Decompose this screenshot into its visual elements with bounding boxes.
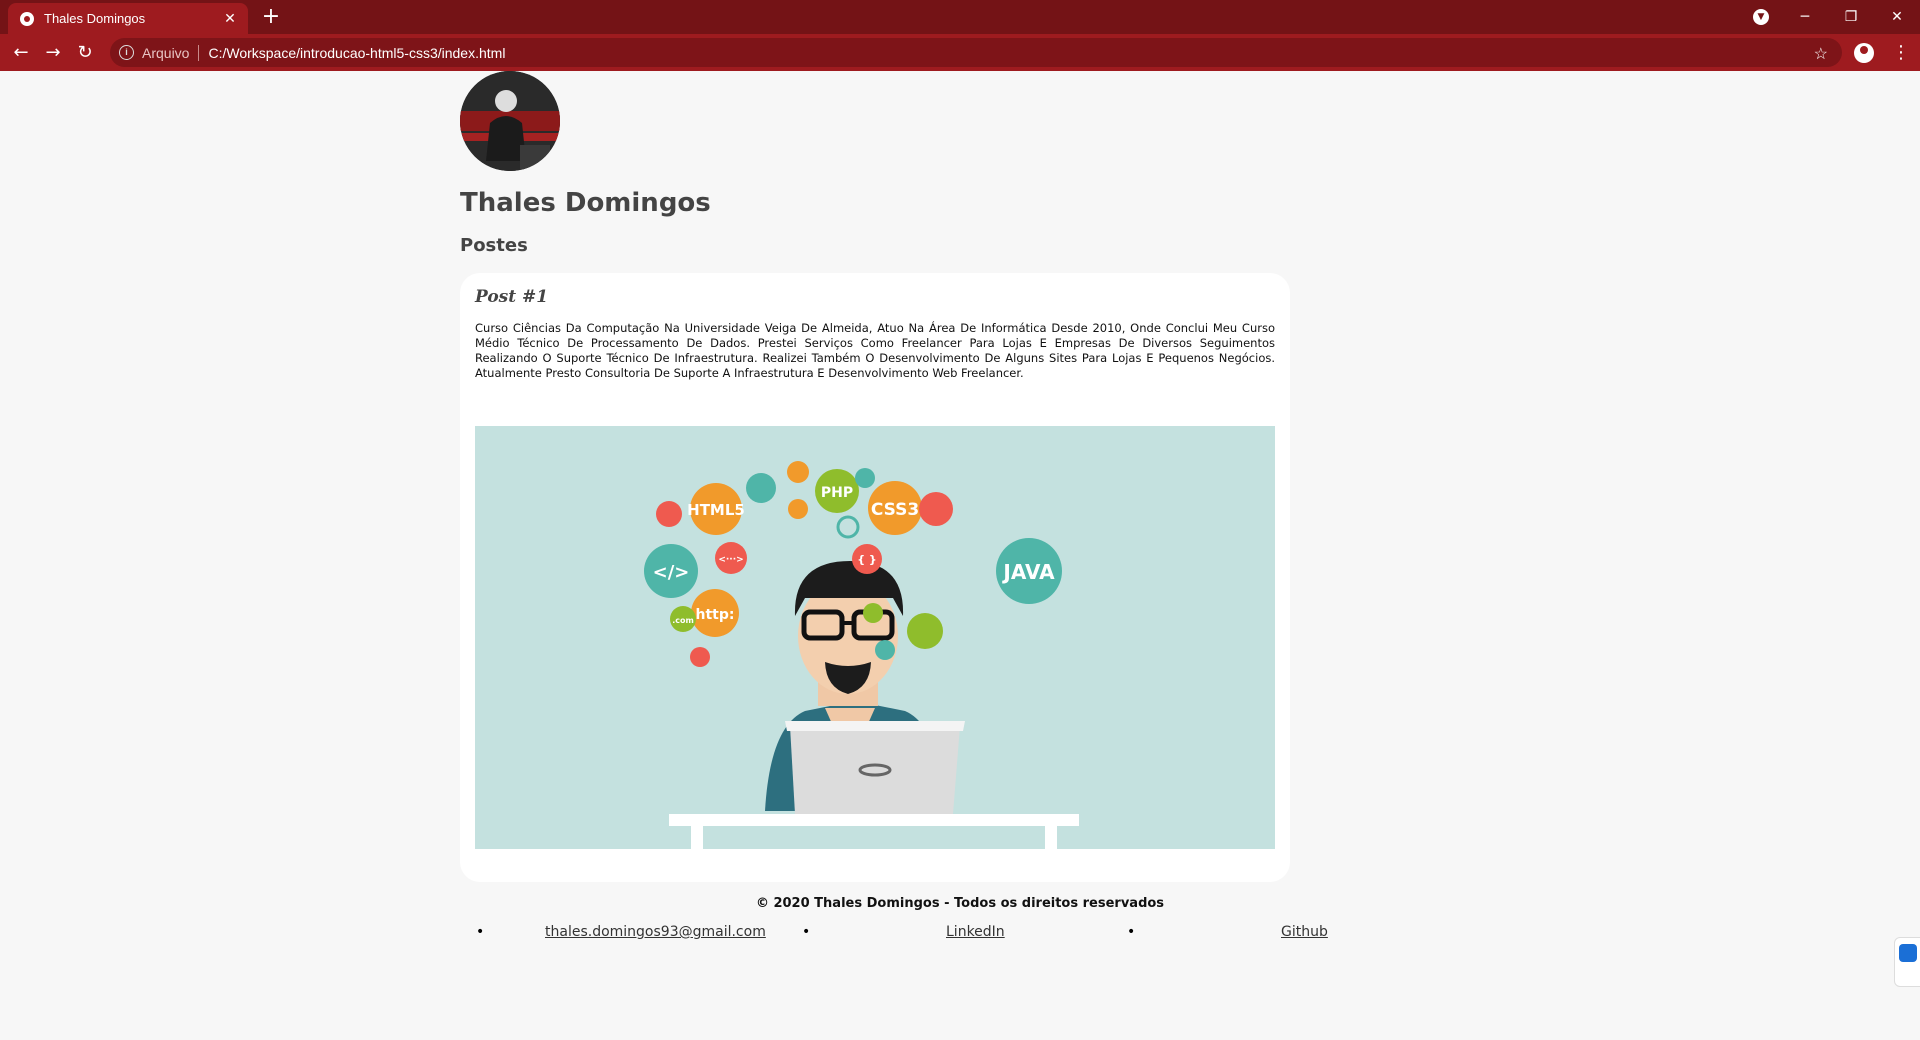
bullet-icon: • bbox=[1127, 924, 1136, 940]
reload-icon[interactable]: ↻ bbox=[71, 39, 99, 67]
tab-title: Thales Domingos bbox=[44, 11, 146, 26]
info-icon[interactable]: i bbox=[119, 45, 134, 60]
menu-dots-icon[interactable]: ⋮ bbox=[1892, 39, 1910, 67]
page-content: Thales Domingos Postes Post #1 Curso Ciê… bbox=[0, 71, 1920, 1040]
java-badge-label: JAVA bbox=[1001, 560, 1055, 584]
github-link[interactable]: Github bbox=[1281, 924, 1328, 940]
php-badge-label: PHP bbox=[821, 485, 853, 501]
address-url[interactable]: C:/Workspace/introducao-html5-css3/index… bbox=[208, 45, 505, 61]
post-text: Curso Ciências Da Computação Na Universi… bbox=[475, 321, 1275, 380]
braces-badge-label: { } bbox=[857, 553, 877, 566]
tab-strip: Thales Domingos ✕ + ▼ ─ ❐ ✕ bbox=[0, 0, 1920, 34]
footer-copyright: © 2020 Thales Domingos - Todos os direit… bbox=[755, 896, 1165, 911]
bookmark-star-icon[interactable]: ☆ bbox=[1814, 44, 1828, 64]
page-title: Thales Domingos bbox=[460, 188, 711, 218]
html5-badge-label: HTML5 bbox=[687, 501, 745, 519]
restore-button[interactable]: ❐ bbox=[1828, 0, 1874, 34]
bullet-icon: • bbox=[476, 924, 485, 940]
address-scheme: Arquivo bbox=[142, 44, 190, 61]
remote-support-widget[interactable] bbox=[1894, 937, 1920, 987]
css3-badge-label: CSS3 bbox=[871, 500, 919, 520]
tab-search-icon[interactable]: ▼ bbox=[1753, 9, 1769, 25]
browser-toolbar: ← → ↻ i Arquivo C:/Workspace/introducao-… bbox=[0, 34, 1920, 71]
browser-tab[interactable]: Thales Domingos ✕ bbox=[8, 3, 248, 34]
code-badge-label: </> bbox=[653, 562, 690, 583]
bullet-icon: • bbox=[802, 924, 811, 940]
com-badge-label: .com bbox=[672, 616, 694, 625]
linkedin-link[interactable]: LinkedIn bbox=[946, 924, 1005, 940]
profile-photo bbox=[460, 71, 560, 171]
globe-icon bbox=[20, 11, 34, 26]
close-window-button[interactable]: ✕ bbox=[1874, 0, 1920, 34]
post-title: Post #1 bbox=[475, 287, 549, 307]
email-link[interactable]: thales.domingos93@gmail.com bbox=[545, 924, 766, 940]
teamviewer-icon bbox=[1899, 944, 1917, 962]
close-tab-icon[interactable]: ✕ bbox=[220, 11, 240, 27]
forward-arrow-icon[interactable]: → bbox=[39, 39, 67, 67]
address-separator bbox=[198, 44, 200, 61]
address-bar[interactable]: i Arquivo C:/Workspace/introducao-html5-… bbox=[110, 38, 1842, 67]
developer-illustration: HTML5 PHP CSS3 JAVA http: </> <···> .com… bbox=[475, 426, 1275, 849]
minimize-button[interactable]: ─ bbox=[1782, 0, 1828, 34]
post-card: Post #1 Curso Ciências Da Computação Na … bbox=[460, 273, 1290, 882]
section-title: Postes bbox=[460, 235, 528, 256]
new-tab-button[interactable]: + bbox=[258, 4, 284, 30]
profile-icon[interactable] bbox=[1854, 43, 1874, 63]
footer-links: • thales.domingos93@gmail.com • LinkedIn… bbox=[476, 924, 1344, 944]
tag-badge-label: <···> bbox=[718, 555, 743, 565]
back-arrow-icon[interactable]: ← bbox=[7, 39, 35, 67]
http-badge-label: http: bbox=[696, 607, 735, 623]
